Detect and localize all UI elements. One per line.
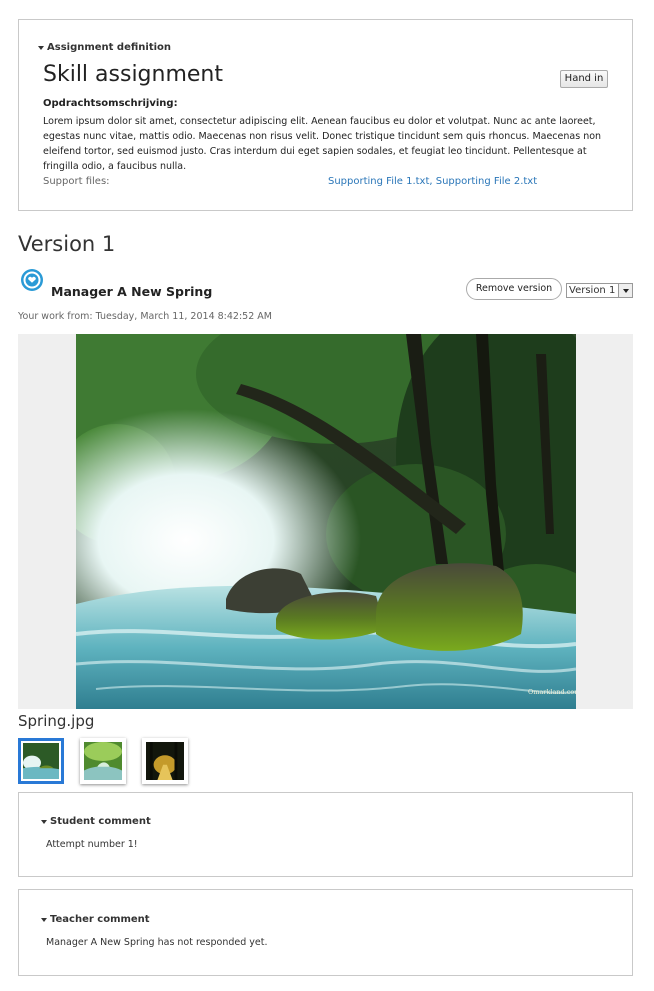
hand-in-button[interactable]: Hand in [560,70,608,88]
image-watermark: Omarkland.com [528,688,576,696]
teacher-comment-text: Manager A New Spring has not responded y… [46,937,268,948]
remove-version-button[interactable]: Remove version [466,278,562,300]
user-name: Manager A New Spring [51,284,213,299]
caret-down-icon [41,819,47,824]
description-heading: Opdrachtsomschrijving: [43,98,178,109]
support-files-links[interactable]: Supporting File 1.txt, Supporting File 2… [328,176,537,187]
support-files-label: Support files: [43,176,110,187]
description-body: Lorem ipsum dolor sit amet, consectetur … [43,116,602,172]
caret-down-icon [38,45,44,50]
thumbnail-1[interactable] [18,738,64,784]
student-comment-label: Student comment [50,816,151,827]
file-name: Spring.jpg [18,712,95,730]
student-comment-text: Attempt number 1! [46,839,138,850]
teacher-comment-label: Teacher comment [50,914,150,925]
assignment-definition-panel: Assignment definition Skill assignment H… [18,19,633,211]
image-viewer: Omarkland.com [18,334,633,709]
spring-image[interactable]: Omarkland.com [76,334,576,709]
version-select-value: Version 1 [569,285,616,296]
teacher-comment-toggle[interactable]: Teacher comment [41,914,150,925]
chevron-down-icon[interactable] [618,284,632,297]
teacher-comment-panel: Teacher comment Manager A New Spring has… [18,889,633,976]
version-select[interactable]: Version 1 [566,283,633,298]
assignment-title: Skill assignment [43,62,223,87]
assignment-definition-label: Assignment definition [47,42,172,53]
student-comment-panel: Student comment Attempt number 1! [18,792,633,877]
user-avatar-icon [20,268,44,292]
thumbnail-3[interactable] [142,738,188,784]
thumbnail-2[interactable] [80,738,126,784]
version-title: Version 1 [18,232,116,256]
caret-down-icon [41,917,47,922]
student-comment-toggle[interactable]: Student comment [41,816,151,827]
assignment-definition-toggle[interactable]: Assignment definition [38,42,171,53]
work-timestamp: Your work from: Tuesday, March 11, 2014 … [18,311,272,322]
